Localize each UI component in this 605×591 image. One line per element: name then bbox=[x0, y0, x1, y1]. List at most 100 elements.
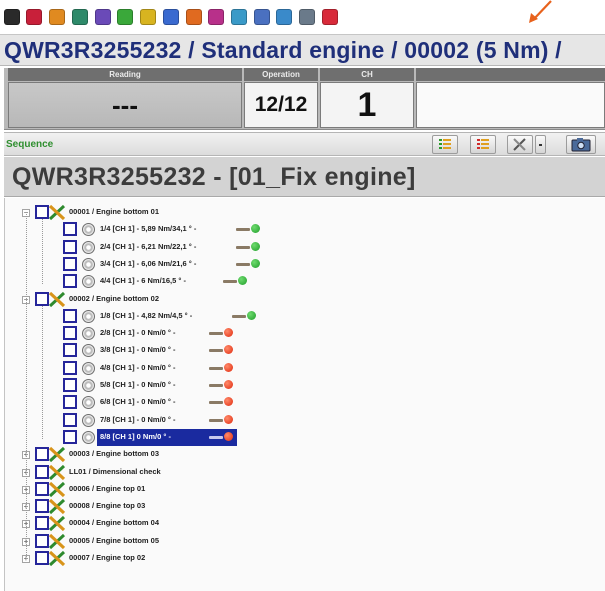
group-checkbox[interactable] bbox=[35, 499, 49, 514]
list-red-button[interactable] bbox=[470, 135, 496, 154]
tree-group-row[interactable]: −00001 / Engine bottom 01 bbox=[5, 204, 565, 221]
torque-tool-icon bbox=[48, 533, 66, 549]
tree-group-row[interactable]: +00003 / Engine bottom 03 bbox=[5, 446, 565, 463]
connect-icon[interactable] bbox=[95, 9, 111, 25]
group-label: 00006 / Engine top 01 bbox=[69, 483, 146, 493]
operation-checkbox[interactable] bbox=[63, 239, 77, 254]
brush-icon[interactable] bbox=[254, 9, 270, 25]
operation-label: 1/4 [CH 1] - 5,89 Nm/34,1 ° - bbox=[100, 224, 197, 234]
speaker-icon[interactable] bbox=[299, 9, 315, 25]
tree-group-row[interactable]: +00007 / Engine top 02 bbox=[5, 550, 565, 567]
tree-group-row[interactable]: +00004 / Engine bottom 04 bbox=[5, 515, 565, 532]
operation-row[interactable]: 6/8 [CH 1] - 0 Nm/0 ° - bbox=[5, 394, 565, 411]
thermometer-icon[interactable] bbox=[186, 9, 202, 25]
operation-label: 2/8 [CH 1] - 0 Nm/0 ° - bbox=[100, 328, 176, 338]
operation-row[interactable]: 3/8 [CH 1] - 0 Nm/0 ° - bbox=[5, 342, 565, 359]
group-checkbox[interactable] bbox=[35, 205, 49, 219]
toolbar bbox=[0, 0, 605, 34]
operation-row[interactable]: 3/4 [CH 1] - 6,06 Nm/21,6 ° - bbox=[5, 256, 565, 273]
group-label: LL01 / Dimensional check bbox=[69, 466, 161, 476]
status-ok-icon bbox=[247, 310, 256, 320]
operation-label: 2/4 [CH 1] - 6,21 Nm/22,1 ° - bbox=[100, 241, 197, 251]
operation-checkbox[interactable] bbox=[63, 412, 77, 427]
tools-dropdown-button[interactable] bbox=[535, 135, 546, 154]
wrench-icon bbox=[223, 280, 237, 284]
operation-icon bbox=[82, 430, 95, 444]
operation-icon bbox=[82, 223, 95, 237]
sequence-bar: Sequence bbox=[4, 132, 605, 156]
tools-icon bbox=[513, 138, 526, 151]
puzzle-icon[interactable] bbox=[117, 9, 133, 25]
status-ok-icon bbox=[251, 224, 260, 234]
operation-icon bbox=[82, 379, 95, 392]
wrench-icon bbox=[209, 401, 223, 405]
chart-icon[interactable] bbox=[72, 9, 88, 25]
tools-button[interactable] bbox=[507, 135, 533, 154]
tree-group-row[interactable]: −00002 / Engine bottom 02 bbox=[5, 291, 565, 308]
wrench-icon bbox=[209, 435, 223, 439]
operation-row[interactable]: 7/8 [CH 1] - 0 Nm/0 ° - bbox=[5, 412, 565, 429]
operation-label: 4/4 [CH 1] - 6 Nm/16,5 ° - bbox=[100, 276, 186, 286]
torque-tool-icon bbox=[48, 291, 66, 307]
operation-checkbox[interactable] bbox=[63, 222, 77, 237]
operation-row[interactable]: 4/4 [CH 1] - 6 Nm/16,5 ° - bbox=[5, 273, 565, 290]
operation-checkbox[interactable] bbox=[63, 256, 77, 271]
tree-group-row[interactable]: +00006 / Engine top 01 bbox=[5, 481, 565, 498]
operation-row[interactable]: 2/8 [CH 1] - 0 Nm/0 ° - bbox=[5, 325, 565, 342]
torque-tool-icon bbox=[48, 447, 66, 463]
operation-checkbox[interactable] bbox=[63, 378, 77, 392]
operation-icon bbox=[82, 309, 95, 323]
operation-checkbox[interactable] bbox=[63, 308, 77, 323]
operation-icon bbox=[82, 396, 95, 410]
graph-icon[interactable] bbox=[231, 9, 247, 25]
refresh-icon[interactable] bbox=[276, 9, 292, 25]
group-checkbox[interactable] bbox=[35, 533, 49, 548]
list-green-icon bbox=[439, 139, 451, 149]
stop-icon[interactable] bbox=[26, 9, 42, 25]
operation-checkbox[interactable] bbox=[63, 395, 77, 410]
operation-row[interactable]: 2/4 [CH 1] - 6,21 Nm/22,1 ° - bbox=[5, 239, 565, 256]
power-icon[interactable] bbox=[322, 9, 338, 25]
operation-checkbox[interactable] bbox=[63, 326, 77, 341]
wrench-icon[interactable] bbox=[140, 9, 156, 25]
group-checkbox[interactable] bbox=[35, 516, 49, 531]
group-checkbox[interactable] bbox=[35, 447, 49, 462]
program-title: QWR3R3255232 - [01_Fix engine] bbox=[12, 163, 416, 191]
sequence-tree: −00001 / Engine bottom 01 1/4 [CH 1] - 5,… bbox=[4, 198, 605, 591]
wrench-icon bbox=[232, 314, 246, 318]
operation-checkbox[interactable] bbox=[63, 274, 77, 289]
play-icon[interactable] bbox=[4, 9, 20, 25]
operation-checkbox[interactable] bbox=[63, 429, 77, 444]
operation-checkbox[interactable] bbox=[63, 343, 77, 358]
tree-group-row[interactable]: + LL01 / Dimensional check bbox=[5, 464, 565, 481]
list-green-button[interactable] bbox=[432, 135, 458, 154]
torque-tool-icon bbox=[48, 550, 66, 567]
operation-row[interactable]: 4/8 [CH 1] - 0 Nm/0 ° - bbox=[5, 360, 565, 377]
counters-panel: Reading Operation CH --- 12/12 1 bbox=[4, 68, 605, 130]
operation-row[interactable]: 1/8 [CH 1] - 4,82 Nm/4,5 ° - bbox=[5, 308, 565, 325]
status-nok-icon bbox=[224, 380, 233, 389]
operation-checkbox[interactable] bbox=[63, 360, 77, 375]
tree-group-row[interactable]: +00008 / Engine top 03 bbox=[5, 498, 565, 515]
operation-value: 12/12 bbox=[244, 82, 318, 128]
download-icon[interactable] bbox=[163, 9, 179, 25]
group-checkbox[interactable] bbox=[35, 291, 49, 306]
operation-icon bbox=[82, 361, 95, 375]
operation-icon bbox=[82, 327, 95, 341]
tree-connector bbox=[42, 305, 43, 440]
group-checkbox[interactable] bbox=[35, 464, 49, 479]
operation-label: 1/8 [CH 1] - 4,82 Nm/4,5 ° - bbox=[100, 310, 193, 320]
operation-icon bbox=[82, 275, 95, 289]
program-band: QWR3R3255232 - [01_Fix engine] bbox=[4, 157, 605, 197]
operation-row[interactable]: 8/8 [CH 1] 0 Nm/0 ° - bbox=[5, 428, 565, 446]
torque-tool-icon bbox=[48, 498, 66, 515]
tree-group-row[interactable]: +00005 / Engine bottom 05 bbox=[5, 533, 565, 550]
group-checkbox[interactable] bbox=[35, 481, 49, 496]
status-nok-icon bbox=[224, 397, 233, 407]
tools-icon[interactable] bbox=[49, 9, 65, 25]
group-icon[interactable] bbox=[208, 9, 224, 25]
operation-row[interactable]: 1/4 [CH 1] - 5,89 Nm/34,1 ° - bbox=[5, 221, 565, 238]
operation-row[interactable]: 5/8 [CH 1] - 0 Nm/0 ° - bbox=[5, 377, 565, 394]
camera-button[interactable] bbox=[566, 135, 596, 154]
group-checkbox[interactable] bbox=[35, 551, 49, 565]
